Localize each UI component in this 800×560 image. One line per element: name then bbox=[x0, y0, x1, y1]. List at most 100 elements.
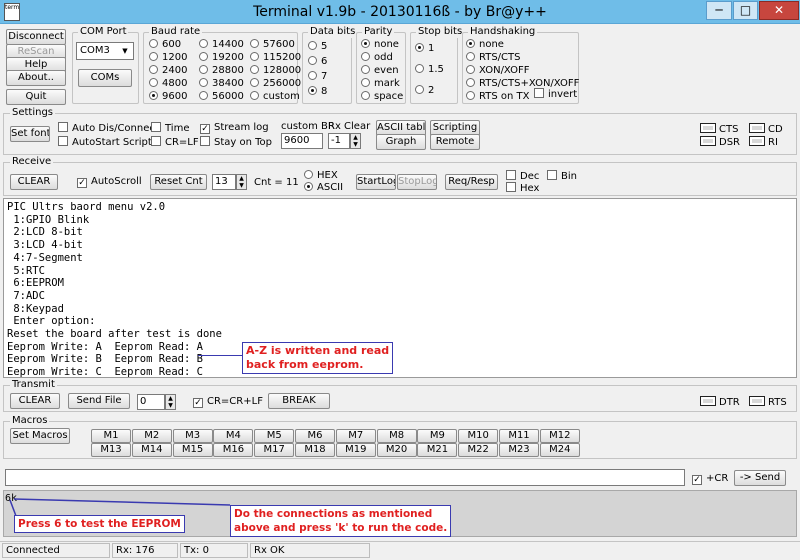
data-bits-radio-8[interactable]: 8 bbox=[308, 86, 327, 98]
cnt-input[interactable]: 13 bbox=[212, 174, 236, 190]
transmit-value-input[interactable]: 0 bbox=[137, 394, 165, 410]
parity-radio-odd[interactable]: odd bbox=[361, 52, 393, 64]
ascii-radio[interactable]: ASCII bbox=[304, 182, 343, 194]
send-file-button[interactable]: Send File bbox=[68, 393, 130, 409]
coms-button[interactable]: COMs bbox=[78, 69, 132, 87]
stop-bits-radio-1[interactable]: 1 bbox=[415, 43, 434, 55]
remote-button[interactable]: Remote bbox=[430, 134, 480, 150]
baud-radio-4800[interactable]: 4800 bbox=[149, 78, 187, 90]
stay-on-top-checkbox[interactable]: Stay on Top bbox=[200, 136, 272, 149]
disconnect-button[interactable]: Disconnect bbox=[6, 29, 66, 45]
macro-button-m20[interactable]: M20 bbox=[376, 443, 417, 457]
custom-br-input[interactable]: 9600 bbox=[281, 133, 323, 149]
led-icon bbox=[749, 136, 765, 146]
macro-button-m12[interactable]: M12 bbox=[539, 429, 580, 443]
reset-cnt-button[interactable]: Reset Cnt bbox=[150, 174, 207, 190]
invert-checkbox[interactable]: invert bbox=[534, 88, 577, 101]
stoplog-button[interactable]: StopLog bbox=[397, 174, 437, 190]
baud-radio-19200[interactable]: 19200 bbox=[199, 52, 244, 64]
transmit-clear-button[interactable]: CLEAR bbox=[10, 393, 60, 409]
macro-button-m13[interactable]: M13 bbox=[91, 443, 131, 457]
parity-radio-even[interactable]: even bbox=[361, 65, 399, 77]
break-button[interactable]: BREAK bbox=[268, 393, 330, 409]
plus-cr-checkbox[interactable]: ✓ +CR bbox=[692, 473, 728, 485]
baud-radio-1200[interactable]: 1200 bbox=[149, 52, 187, 64]
req-resp-button[interactable]: Req/Resp bbox=[445, 174, 498, 190]
cnt-spinner[interactable]: ▲ ▼ bbox=[236, 174, 247, 190]
maximize-button[interactable]: □ bbox=[733, 1, 758, 20]
macro-button-m3[interactable]: M3 bbox=[172, 429, 213, 443]
baud-radio-57600[interactable]: 57600 bbox=[250, 39, 295, 51]
macro-button-m9[interactable]: M9 bbox=[417, 429, 458, 443]
macro-button-m18[interactable]: M18 bbox=[295, 443, 335, 457]
parity-radio-none[interactable]: none bbox=[361, 39, 399, 51]
hex-checkbox[interactable]: Hex bbox=[506, 182, 539, 195]
macro-button-m24[interactable]: M24 bbox=[539, 443, 580, 457]
macro-button-m2[interactable]: M2 bbox=[131, 429, 172, 443]
parity-radio-mark[interactable]: mark bbox=[361, 78, 400, 90]
minimize-button[interactable]: ─ bbox=[706, 1, 732, 20]
autoscroll-checkbox[interactable]: ✓ AutoScroll bbox=[77, 176, 142, 188]
parity-radio-space[interactable]: space bbox=[361, 91, 403, 103]
baud-radio-9600[interactable]: 9600 bbox=[149, 91, 187, 103]
bin-checkbox[interactable]: Bin bbox=[547, 170, 577, 183]
receive-clear-button[interactable]: CLEAR bbox=[10, 174, 58, 190]
startlog-button[interactable]: StartLog bbox=[356, 174, 396, 190]
macro-button-m10[interactable]: M10 bbox=[458, 429, 499, 443]
macro-button-m19[interactable]: M19 bbox=[335, 443, 376, 457]
macro-button-m4[interactable]: M4 bbox=[213, 429, 254, 443]
data-bits-radio-5[interactable]: 5 bbox=[308, 41, 327, 53]
macro-button-m7[interactable]: M7 bbox=[335, 429, 376, 443]
transmit-spinner[interactable]: ▲ ▼ bbox=[165, 394, 176, 410]
hex-radio[interactable]: HEX bbox=[304, 170, 338, 182]
macro-button-m8[interactable]: M8 bbox=[376, 429, 417, 443]
handshaking-radio-xon-xoff[interactable]: XON/XOFF bbox=[466, 65, 530, 77]
time-checkbox[interactable]: Time bbox=[151, 122, 189, 135]
about-button[interactable]: About.. bbox=[6, 70, 66, 86]
auto-dis-connect-checkbox[interactable]: Auto Dis/Connect bbox=[58, 122, 159, 135]
baud-radio-2400[interactable]: 2400 bbox=[149, 65, 187, 77]
baud-radio-128000[interactable]: 128000 bbox=[250, 65, 301, 77]
stop-bits-radio-2[interactable]: 2 bbox=[415, 85, 434, 97]
send-input[interactable] bbox=[5, 469, 685, 486]
receive-terminal[interactable]: PIC Ultrs baord menu v2.0 1:GPIO Blink 2… bbox=[3, 198, 797, 378]
set-font-button[interactable]: Set font bbox=[10, 126, 50, 142]
baud-radio-14400[interactable]: 14400 bbox=[199, 39, 244, 51]
autostart-script-checkbox[interactable]: AutoStart Script bbox=[58, 136, 152, 149]
baud-radio-256000[interactable]: 256000 bbox=[250, 78, 301, 90]
send-button[interactable]: -> Send bbox=[734, 470, 786, 486]
data-bits-radio-7[interactable]: 7 bbox=[308, 71, 327, 83]
quit-button[interactable]: Quit bbox=[6, 89, 66, 105]
rx-clear-spinner[interactable]: ▲ ▼ bbox=[350, 133, 361, 149]
baud-radio-600[interactable]: 600 bbox=[149, 39, 181, 51]
baud-radio-115200[interactable]: 115200 bbox=[250, 52, 301, 64]
graph-button[interactable]: Graph bbox=[376, 134, 426, 150]
set-macros-button[interactable]: Set Macros bbox=[10, 428, 70, 444]
baud-radio-38400[interactable]: 38400 bbox=[199, 78, 244, 90]
macro-button-m22[interactable]: M22 bbox=[458, 443, 499, 457]
data-bits-radio-6[interactable]: 6 bbox=[308, 56, 327, 68]
handshaking-radio-rts-cts[interactable]: RTS/CTS bbox=[466, 52, 520, 64]
macro-button-m23[interactable]: M23 bbox=[499, 443, 539, 457]
cr-crlf-checkbox[interactable]: ✓ CR=CR+LF bbox=[193, 396, 263, 408]
macro-button-m21[interactable]: M21 bbox=[417, 443, 458, 457]
baud-radio-56000[interactable]: 56000 bbox=[199, 91, 244, 103]
macro-button-m5[interactable]: M5 bbox=[254, 429, 295, 443]
handshaking-radio-none[interactable]: none bbox=[466, 39, 504, 51]
baud-radio-custom[interactable]: custom bbox=[250, 91, 300, 103]
macro-button-m14[interactable]: M14 bbox=[131, 443, 172, 457]
macro-button-m16[interactable]: M16 bbox=[213, 443, 254, 457]
com-port-select[interactable]: COM3 ▼ bbox=[76, 42, 134, 60]
handshaking-radio-rts-on-tx[interactable]: RTS on TX bbox=[466, 91, 529, 103]
stop-bits-radio-1-5[interactable]: 1.5 bbox=[415, 64, 444, 76]
close-button[interactable]: ✕ bbox=[759, 1, 799, 20]
cr-lf-checkbox[interactable]: CR=LF bbox=[151, 136, 199, 149]
macro-button-m15[interactable]: M15 bbox=[172, 443, 213, 457]
macro-button-m1[interactable]: M1 bbox=[91, 429, 131, 443]
macro-button-m11[interactable]: M11 bbox=[499, 429, 539, 443]
macro-button-m17[interactable]: M17 bbox=[254, 443, 295, 457]
rx-clear-input[interactable]: -1 bbox=[328, 133, 350, 149]
macro-button-m6[interactable]: M6 bbox=[295, 429, 335, 443]
stream-log-checkbox[interactable]: ✓ Stream log bbox=[200, 122, 269, 134]
baud-radio-28800[interactable]: 28800 bbox=[199, 65, 244, 77]
